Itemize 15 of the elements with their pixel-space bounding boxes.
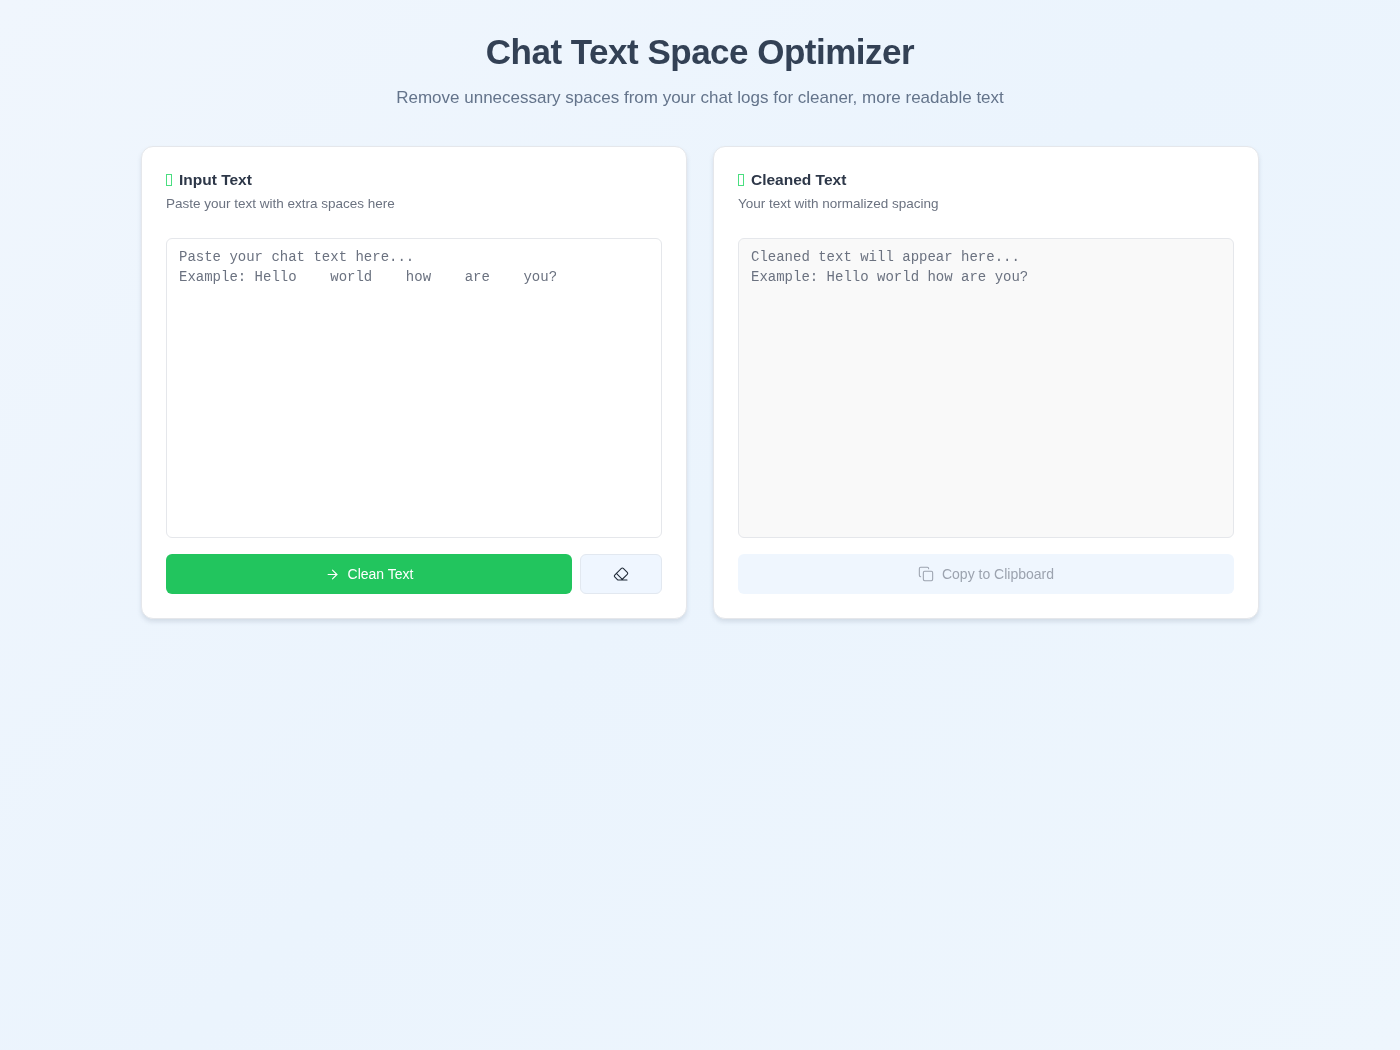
page-title: Chat Text Space Optimizer [485, 31, 915, 73]
panel-description: Paste your text with extra spaces here [166, 195, 396, 213]
eraser-button[interactable] [580, 554, 662, 594]
clean-text-button[interactable]: Clean Text [166, 554, 572, 594]
input-text-field[interactable]: Paste your chat text here... Example: Hello world how are you? [166, 238, 662, 538]
panel-title: Cleaned Text [751, 170, 847, 190]
glyph-box-icon [166, 174, 172, 186]
arrow-right-icon [324, 566, 340, 582]
panel-description: Your text with normalized spacing [738, 195, 940, 213]
output-text-field[interactable]: Cleaned text will appear here... Example: Hello world how are you? [738, 238, 1234, 538]
panel-title: Input Text [179, 170, 252, 190]
page-subtitle: Remove unnecessary spaces from your chat logs for cleaner, more readable text [396, 87, 1004, 109]
eraser-icon [613, 566, 629, 582]
glyph-box-icon [738, 174, 744, 186]
copy-icon [917, 566, 934, 582]
